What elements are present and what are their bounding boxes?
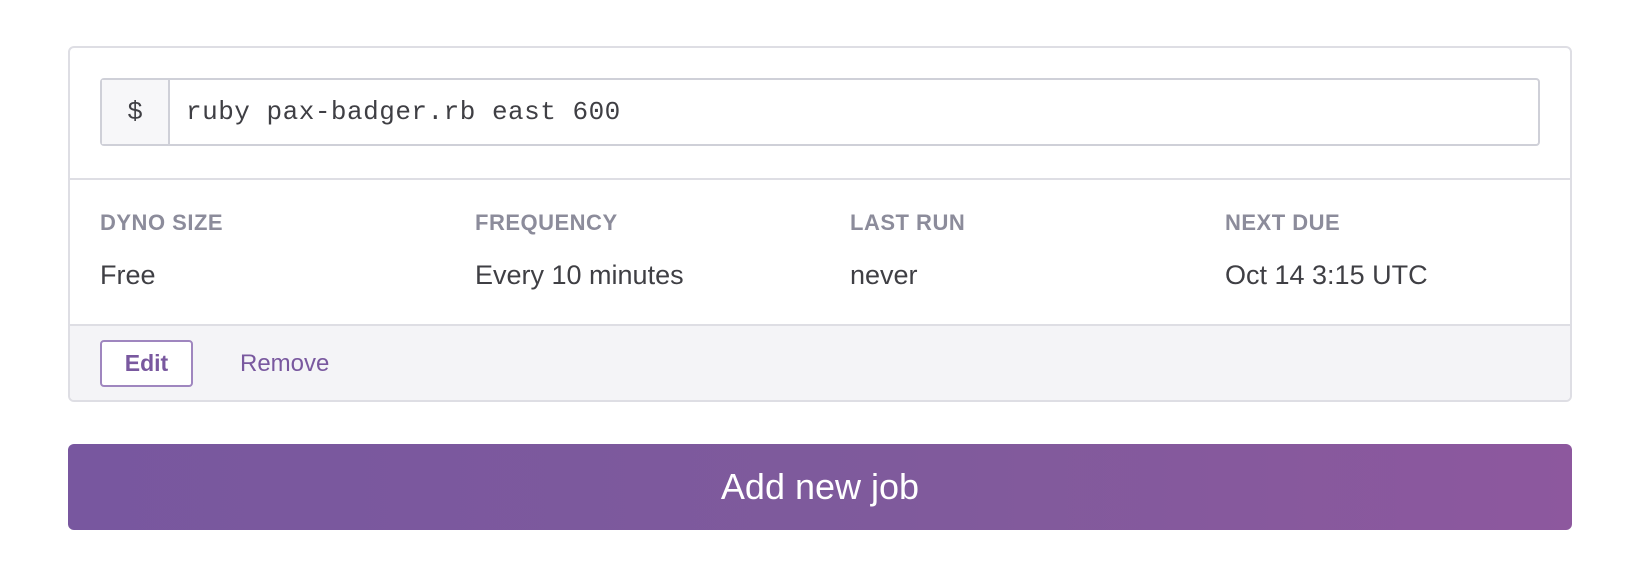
detail-label: LAST RUN: [850, 210, 966, 235]
edit-button[interactable]: Edit: [100, 340, 193, 387]
add-new-job-button[interactable]: Add new job: [68, 444, 1572, 530]
command-input[interactable]: [170, 80, 1538, 144]
remove-link[interactable]: Remove: [240, 340, 329, 387]
detail-next-due: NEXT DUE Oct 14 3:15 UTC: [1225, 208, 1570, 324]
detail-frequency: FREQUENCY Every 10 minutes: [475, 208, 850, 324]
job-details: DYNO SIZE Free FREQUENCY Every 10 minute…: [70, 180, 1570, 326]
detail-value: Oct 14 3:15 UTC: [1225, 260, 1428, 290]
command-prompt-symbol: $: [102, 80, 170, 144]
command-section: $: [70, 48, 1570, 180]
detail-label: DYNO SIZE: [100, 210, 224, 235]
detail-value: never: [850, 260, 918, 290]
job-actions: Edit Remove: [70, 326, 1570, 400]
detail-dyno-size: DYNO SIZE Free: [100, 208, 475, 324]
scheduled-job-card: $ DYNO SIZE Free FREQUENCY Every 10 minu…: [68, 46, 1572, 402]
detail-value: Every 10 minutes: [475, 260, 684, 290]
detail-value: Free: [100, 260, 156, 290]
command-field: $: [100, 78, 1540, 146]
detail-last-run: LAST RUN never: [850, 208, 1225, 324]
detail-label: FREQUENCY: [475, 210, 618, 235]
detail-label: NEXT DUE: [1225, 210, 1341, 235]
